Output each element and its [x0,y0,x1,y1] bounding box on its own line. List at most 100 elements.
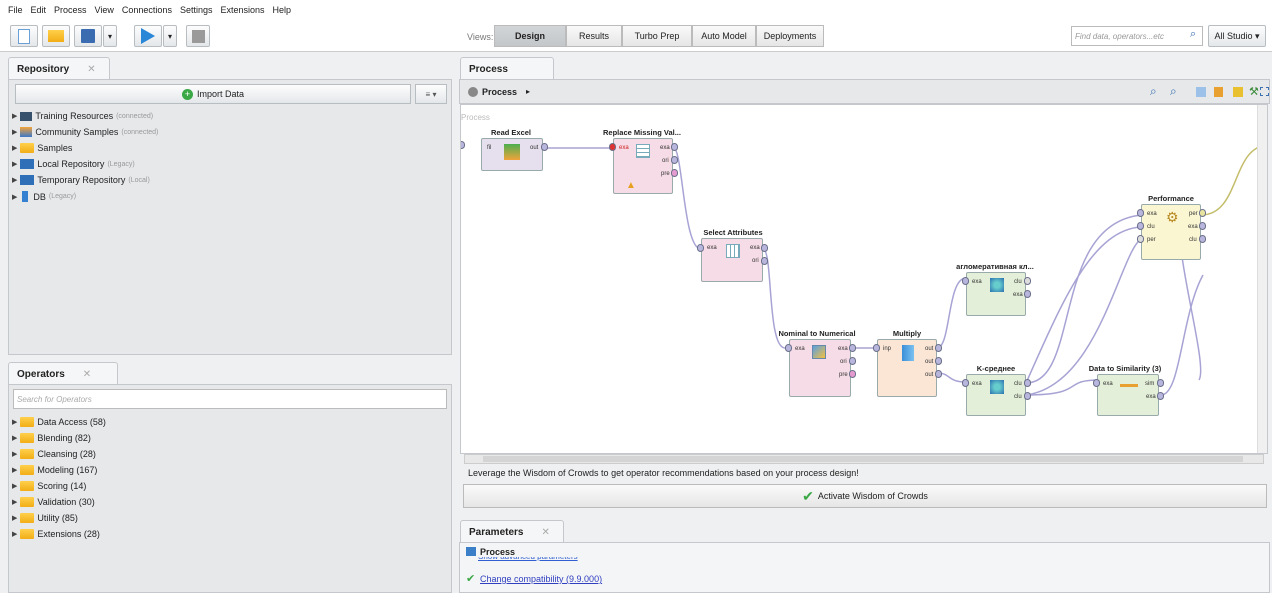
output-port[interactable] [671,156,678,164]
input-port[interactable] [697,244,704,252]
operator-group[interactable]: ▶ Utility (85) [12,513,78,523]
output-port[interactable] [1199,222,1206,230]
repo-item[interactable]: ▶ Samples [12,143,72,153]
output-port[interactable] [1024,290,1031,298]
output-port[interactable] [1199,235,1206,243]
output-port[interactable] [935,370,942,378]
expand-icon[interactable]: ▶ [12,144,17,152]
output-port[interactable] [1199,209,1206,217]
repo-item[interactable]: ▶ Local Repository (Legacy) [12,159,135,169]
menu-edit[interactable]: Edit [31,5,47,15]
expand-icon[interactable]: ▶ [12,112,17,120]
output-port[interactable] [761,257,768,265]
tab-results[interactable]: Results [566,25,622,47]
input-port[interactable] [785,344,792,352]
output-port[interactable] [935,344,942,352]
output-port[interactable] [1024,392,1031,400]
expand-icon[interactable]: ▶ [12,434,17,442]
repo-item[interactable]: ▶ Community Samples (connected) [12,127,158,137]
operator-group[interactable]: ▶ Data Access (58) [12,417,106,427]
search-icon[interactable]: ⌕ [1190,28,1196,41]
save-dropdown-button[interactable]: ▾ [103,25,117,47]
studio-dropdown[interactable]: All Studio ▾ [1208,25,1266,47]
operator-multiply[interactable]: inp out out out [877,339,937,397]
operator-performance[interactable]: exa clu per per exa clu ⚙ [1141,204,1201,260]
expand-icon[interactable]: ▶ [12,466,17,474]
operator-group[interactable]: ▶ Cleansing (28) [12,449,96,459]
operator-group[interactable]: ▶ Modeling (167) [12,465,97,475]
tab-turbo-prep[interactable]: Turbo Prep [622,25,692,47]
output-port[interactable] [935,357,942,365]
tab-design[interactable]: Design [494,25,566,47]
input-port[interactable] [1137,222,1144,230]
output-port[interactable] [761,244,768,252]
operator-data-to-similarity[interactable]: exa sim exa [1097,374,1159,416]
menu-connections[interactable]: Connections [122,5,172,15]
close-icon[interactable]: ✕ [83,369,91,380]
auto-wire-icon[interactable]: ⚒ [1249,85,1259,98]
menu-view[interactable]: View [95,5,114,15]
output-port[interactable] [1157,392,1164,400]
expand-icon[interactable]: ▶ [12,530,17,538]
output-port[interactable] [671,169,678,177]
output-port[interactable] [1024,379,1031,387]
zoom-out-icon[interactable]: ⌕ [1170,84,1177,99]
scrollbar-thumb[interactable] [483,456,1243,462]
repository-menu-button[interactable]: ≡ ▾ [415,84,447,104]
fit-icon[interactable] [1196,87,1206,97]
repo-item[interactable]: ▶ Temporary Repository (Local) [12,175,150,185]
operator-read-excel[interactable]: fil out [481,138,543,171]
operator-k-means[interactable]: exa clu clu [966,374,1026,416]
repo-item[interactable]: ▶ Training Resources (connected) [12,111,153,121]
operator-group[interactable]: ▶ Extensions (28) [12,529,100,539]
input-port[interactable] [1137,235,1144,243]
operator-select-attributes[interactable]: exa exa ori [701,238,763,282]
output-port[interactable] [849,357,856,365]
global-search-input[interactable]: Find data, operators...etc [1071,26,1203,46]
operator-group[interactable]: ▶ Blending (82) [12,433,91,443]
new-process-button[interactable] [10,25,38,47]
operator-agglomerative-clustering[interactable]: exa clu exa [966,272,1026,316]
tab-deployments[interactable]: Deployments [756,25,824,47]
process-canvas[interactable]: Process Read Excel fil out Replace Missi… [460,104,1268,454]
input-port[interactable] [873,344,880,352]
activate-wisdom-button[interactable]: ✔ Activate Wisdom of Crowds [463,484,1267,508]
operator-replace-missing[interactable]: exa exa ori pre ▲ [613,138,673,194]
menu-process[interactable]: Process [54,5,87,15]
close-icon[interactable]: ✕ [541,527,549,538]
operators-tab[interactable]: Operators ✕ [8,362,118,384]
output-port[interactable] [849,344,856,352]
add-note-icon[interactable] [1233,87,1243,97]
open-button[interactable] [42,25,70,47]
menu-file[interactable]: File [8,5,23,15]
output-port[interactable] [1024,277,1031,285]
repo-item[interactable]: ▶ DB (Legacy) [12,191,76,202]
input-port[interactable] [962,277,969,285]
process-tab[interactable]: Process [460,57,554,79]
grid-icon[interactable] [1260,87,1269,96]
operator-nominal-to-numerical[interactable]: exa exa ori pre [789,339,851,397]
close-icon[interactable]: ✕ [87,64,95,75]
repository-tab[interactable]: Repository ✕ [8,57,110,79]
expand-icon[interactable]: ▶ [12,450,17,458]
output-port[interactable] [1157,379,1164,387]
output-port[interactable] [671,143,678,151]
expand-icon[interactable]: ▶ [12,193,17,201]
expand-icon[interactable]: ▶ [12,160,17,168]
import-data-button[interactable]: + Import Data [15,84,411,104]
expand-icon[interactable]: ▶ [12,128,17,136]
expand-icon[interactable]: ▶ [12,482,17,490]
input-port[interactable] [1137,209,1144,217]
run-button[interactable] [134,25,162,47]
output-port[interactable] [849,370,856,378]
parameters-tab[interactable]: Parameters ✕ [460,520,564,542]
expand-icon[interactable]: ▶ [12,498,17,506]
expand-icon[interactable]: ▶ [12,176,17,184]
vertical-scrollbar[interactable] [1257,105,1267,453]
expand-icon[interactable]: ▶ [12,418,17,426]
breadcrumb[interactable]: Process [482,87,517,97]
operator-search-input[interactable]: Search for Operators [13,389,447,409]
input-port[interactable] [962,379,969,387]
zoom-in-icon[interactable]: ⌕ [1150,84,1157,99]
stop-button[interactable] [186,25,210,47]
